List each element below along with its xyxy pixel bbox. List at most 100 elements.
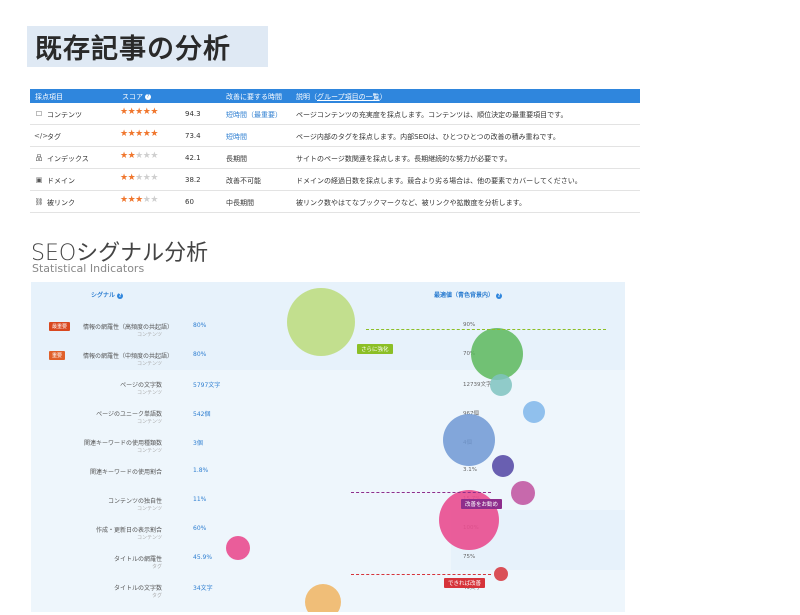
header-desc: 説明（グループ項目の一覧） <box>296 92 387 102</box>
guide-line <box>351 492 491 493</box>
star-icon: ★ <box>120 151 128 161</box>
signal-value: 542個 <box>193 411 211 418</box>
guide-line <box>366 329 606 330</box>
help-icon[interactable]: ? <box>117 292 124 299</box>
group-items-link[interactable]: グループ項目の一覧 <box>317 93 380 101</box>
score-table-header: 採点項目 スコア? 改善に要する時間 説明（グループ項目の一覧） <box>30 89 640 103</box>
signal-label: 関連キーワードの使用割合 <box>89 469 162 476</box>
star-icon: ★ <box>150 107 158 117</box>
callout-label: さらに強化 <box>357 344 393 354</box>
star-icon: ★ <box>120 107 128 117</box>
header-time: 改善に要する時間 <box>226 93 282 101</box>
signal-bubble <box>287 288 355 356</box>
star-icon: ★ <box>120 129 128 139</box>
column-signal-label: シグナル <box>91 292 116 299</box>
document-icon: ☐ <box>35 110 43 118</box>
star-icon: ★ <box>135 195 143 205</box>
star-icon: ★ <box>135 151 143 161</box>
seo-signal-subtitle: Statistical Indicators <box>32 262 145 275</box>
signal-bubble <box>511 481 535 505</box>
signal-label: 情報の網羅性（高頻度の共起語） <box>83 324 174 331</box>
signal-value: 5797文字 <box>193 382 221 389</box>
signal-category: コンテンツ <box>136 535 162 541</box>
signal-value: 80% <box>193 322 207 329</box>
signal-value: 34文字 <box>193 585 213 592</box>
signal-category: タグ <box>151 564 162 570</box>
signal-bubble <box>492 455 514 477</box>
header-desc-suffix: ） <box>379 93 387 101</box>
star-icon: ★ <box>135 129 143 139</box>
column-optimal-label: 最適値（青色背景内） <box>434 292 495 299</box>
signal-value: 80% <box>193 351 207 358</box>
row-score: 38.2 <box>185 176 201 184</box>
star-rating: ★★★★★ <box>120 129 158 139</box>
star-rating: ★★★★★ <box>120 107 158 117</box>
star-icon: ★ <box>135 107 143 117</box>
row-score: 94.3 <box>185 110 201 118</box>
star-icon: ★ <box>150 129 158 139</box>
signal-bubble <box>494 567 508 581</box>
star-icon: ★ <box>120 173 128 183</box>
score-table: 採点項目 スコア? 改善に要する時間 説明（グループ項目の一覧） ☐ コンテンツ ★… <box>30 89 640 213</box>
signal-value: 3個 <box>193 440 203 447</box>
star-icon: ★ <box>120 195 128 205</box>
signal-label: ページのユニーク単語数 <box>96 411 162 418</box>
priority-badge: 最重要 <box>49 322 71 331</box>
score-row: 品インデックス ★★★★★ 42.1 長期間 サイトのページ数関連を採点します。長期継続… <box>30 147 640 169</box>
row-description: 被リンク数やはてなブックマークなど、被リンクや拡散度を分析します。 <box>296 199 526 207</box>
signal-label: タイトルの網羅性 <box>113 556 162 563</box>
signal-category: コンテンツ <box>136 448 162 454</box>
help-icon[interactable]: ? <box>145 94 151 100</box>
signal-label: タイトルの文字数 <box>113 585 162 592</box>
header-item: 採点項目 <box>35 93 63 101</box>
row-time: 短時間（最重要） <box>226 111 282 119</box>
score-row: ▣ ドメイン ★★★★★ 38.2 改善不可能 ドメインの経過日数を採点します。競合より劣… <box>30 169 640 191</box>
optimal-value: 75% <box>463 554 476 560</box>
optimal-value: 3.1% <box>463 467 477 473</box>
star-rating: ★★★★★ <box>120 151 158 161</box>
star-icon: ★ <box>135 173 143 183</box>
row-label: ドメイン <box>47 177 75 185</box>
page-title: 既存記事の分析 <box>35 34 231 65</box>
signal-label: コンテンツの独自性 <box>107 498 162 505</box>
signal-bubble <box>305 584 341 612</box>
signal-label: 情報の網羅性（中頻度の共起語） <box>83 353 174 360</box>
row-label: インデックス <box>47 155 89 163</box>
signal-category: コンテンツ <box>136 332 162 338</box>
callout-label: できれば改善 <box>444 578 486 588</box>
signal-bubble <box>226 536 250 560</box>
score-row: ⛓ 被リンク ★★★★★ 60 中長期間 被リンク数やはてなブックマークなど、被リンクや拡… <box>30 191 640 213</box>
signal-bubble <box>443 414 495 466</box>
signal-category: コンテンツ <box>136 390 162 396</box>
star-icon: ★ <box>150 151 158 161</box>
link-icon: ⛓ <box>34 198 44 206</box>
row-time: 長期間 <box>226 155 247 163</box>
header-score-label: スコア <box>122 93 143 101</box>
signal-value: 45.9% <box>193 554 213 561</box>
signal-bubble <box>490 374 512 396</box>
star-rating: ★★★★★ <box>120 195 158 205</box>
priority-badge: 重要 <box>49 351 66 360</box>
code-icon: </> <box>34 132 49 140</box>
signal-category: コンテンツ <box>136 419 162 425</box>
column-optimal: 最適値（青色背景内）? <box>434 290 503 299</box>
signal-bubble <box>523 401 545 423</box>
row-label: タグ <box>47 133 61 141</box>
signal-category: タグ <box>151 593 162 599</box>
optimal-value: 90% <box>463 322 476 328</box>
help-icon[interactable]: ? <box>496 292 503 299</box>
row-description: サイトのページ数関連を採点します。長期継続的な努力が必要です。 <box>296 155 512 163</box>
row-description: ページ内部のタグを採点します。内部SEOは、ひとつひとつの改善の積み重ねです。 <box>296 133 560 141</box>
optimal-value: 12739文字 <box>463 382 492 388</box>
seo-signal-panel: シグナル? 最適値（青色背景内）? 最重要 情報の網羅性（高頻度の共起語） コンテン… <box>31 282 625 612</box>
row-time: 改善不可能 <box>226 177 261 185</box>
row-time: 中長期間 <box>226 199 254 207</box>
signal-label: 関連キーワードの使用種類数 <box>83 440 162 447</box>
score-row: ☐ コンテンツ ★★★★★ 94.3 短時間（最重要） ページコンテンツの充実度を採点しま… <box>30 103 640 125</box>
guide-line <box>351 574 491 575</box>
column-signal: シグナル? <box>91 290 124 299</box>
signal-label: 作成・更新日の表示割合 <box>95 527 162 534</box>
row-description: ドメインの経過日数を採点します。競合より劣る場合は、他の要素でカバーしてください… <box>296 177 582 185</box>
callout-label: 改善をお勧め <box>461 499 503 509</box>
signal-value: 60% <box>193 525 207 532</box>
